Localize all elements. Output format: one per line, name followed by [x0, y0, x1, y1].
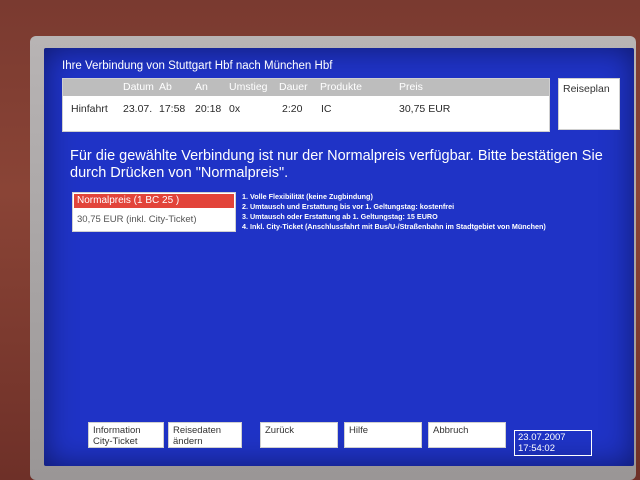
- zurueck-label: Zurück: [265, 425, 295, 436]
- normalpreis-option[interactable]: Normalpreis (1 BC 25 ): [74, 194, 234, 208]
- fare-option[interactable]: Normalpreis (1 BC 25 ) 30,75 EUR (inkl. …: [72, 192, 236, 232]
- current-time: 17:54:02: [518, 443, 555, 454]
- page-title: Ihre Verbindung von Stuttgart Hbf nach M…: [62, 60, 333, 72]
- connection-table: Datum Ab An Umstieg Dauer Produkte Preis…: [62, 78, 550, 132]
- header-datum: Datum: [123, 81, 154, 93]
- header-ab: Ab: [159, 81, 172, 93]
- header-an: An: [195, 81, 208, 93]
- row-ab: 17:58: [159, 103, 186, 115]
- condition-item: 1. Volle Flexibilität (keine Zugbindung): [242, 192, 373, 201]
- zurueck-button[interactable]: Zurück: [260, 422, 338, 448]
- datetime-display: 23.07.2007 17:54:02: [514, 430, 592, 456]
- hilfe-button[interactable]: Hilfe: [344, 422, 422, 448]
- connection-table-header: Datum Ab An Umstieg Dauer Produkte Preis: [63, 79, 549, 96]
- reiseplan-button[interactable]: Reiseplan: [558, 78, 620, 130]
- header-produkte: Produkte: [320, 81, 363, 93]
- condition-item: 2. Umtausch und Erstattung bis vor 1. Ge…: [242, 202, 455, 211]
- row-datum: 23.07.: [123, 103, 153, 115]
- abbruch-label: Abbruch: [433, 425, 469, 436]
- fare-conditions: 1. Volle Flexibilität (keine Zugbindung)…: [242, 192, 546, 232]
- row-preis: 30,75 EUR: [399, 103, 451, 115]
- row-dauer: 2:20: [282, 103, 303, 115]
- info-city-ticket-button[interactable]: Information City-Ticket: [88, 422, 164, 448]
- row-umstieg: 0x: [229, 103, 241, 115]
- current-date: 23.07.2007: [518, 432, 566, 443]
- row-an: 20:18: [195, 103, 222, 115]
- condition-item: 3. Umtausch oder Erstattung ab 1. Geltun…: [242, 212, 438, 221]
- ticket-machine-screen: Ihre Verbindung von Stuttgart Hbf nach M…: [44, 48, 634, 466]
- row-label: Hinfahrt: [71, 103, 108, 115]
- info-message: Für die gewählte Verbindung ist nur der …: [70, 148, 603, 181]
- header-preis: Preis: [399, 81, 423, 93]
- reisedaten-label-1: Reisedaten: [173, 425, 222, 436]
- reisedaten-label-2: ändern: [173, 436, 203, 447]
- row-produkte: IC: [321, 103, 332, 115]
- condition-item: 4. Inkl. City-Ticket (Anschlussfahrt mit…: [242, 222, 546, 231]
- abbruch-button[interactable]: Abbruch: [428, 422, 506, 448]
- hilfe-label: Hilfe: [349, 425, 369, 436]
- info-city-ticket-label-2: City-Ticket: [93, 436, 138, 447]
- header-dauer: Dauer: [279, 81, 308, 93]
- fare-price: 30,75 EUR (inkl. City-Ticket): [77, 214, 197, 225]
- reisedaten-aendern-button[interactable]: Reisedaten ändern: [168, 422, 242, 448]
- header-umstieg: Umstieg: [229, 81, 268, 93]
- info-city-ticket-label-1: Information: [93, 425, 141, 436]
